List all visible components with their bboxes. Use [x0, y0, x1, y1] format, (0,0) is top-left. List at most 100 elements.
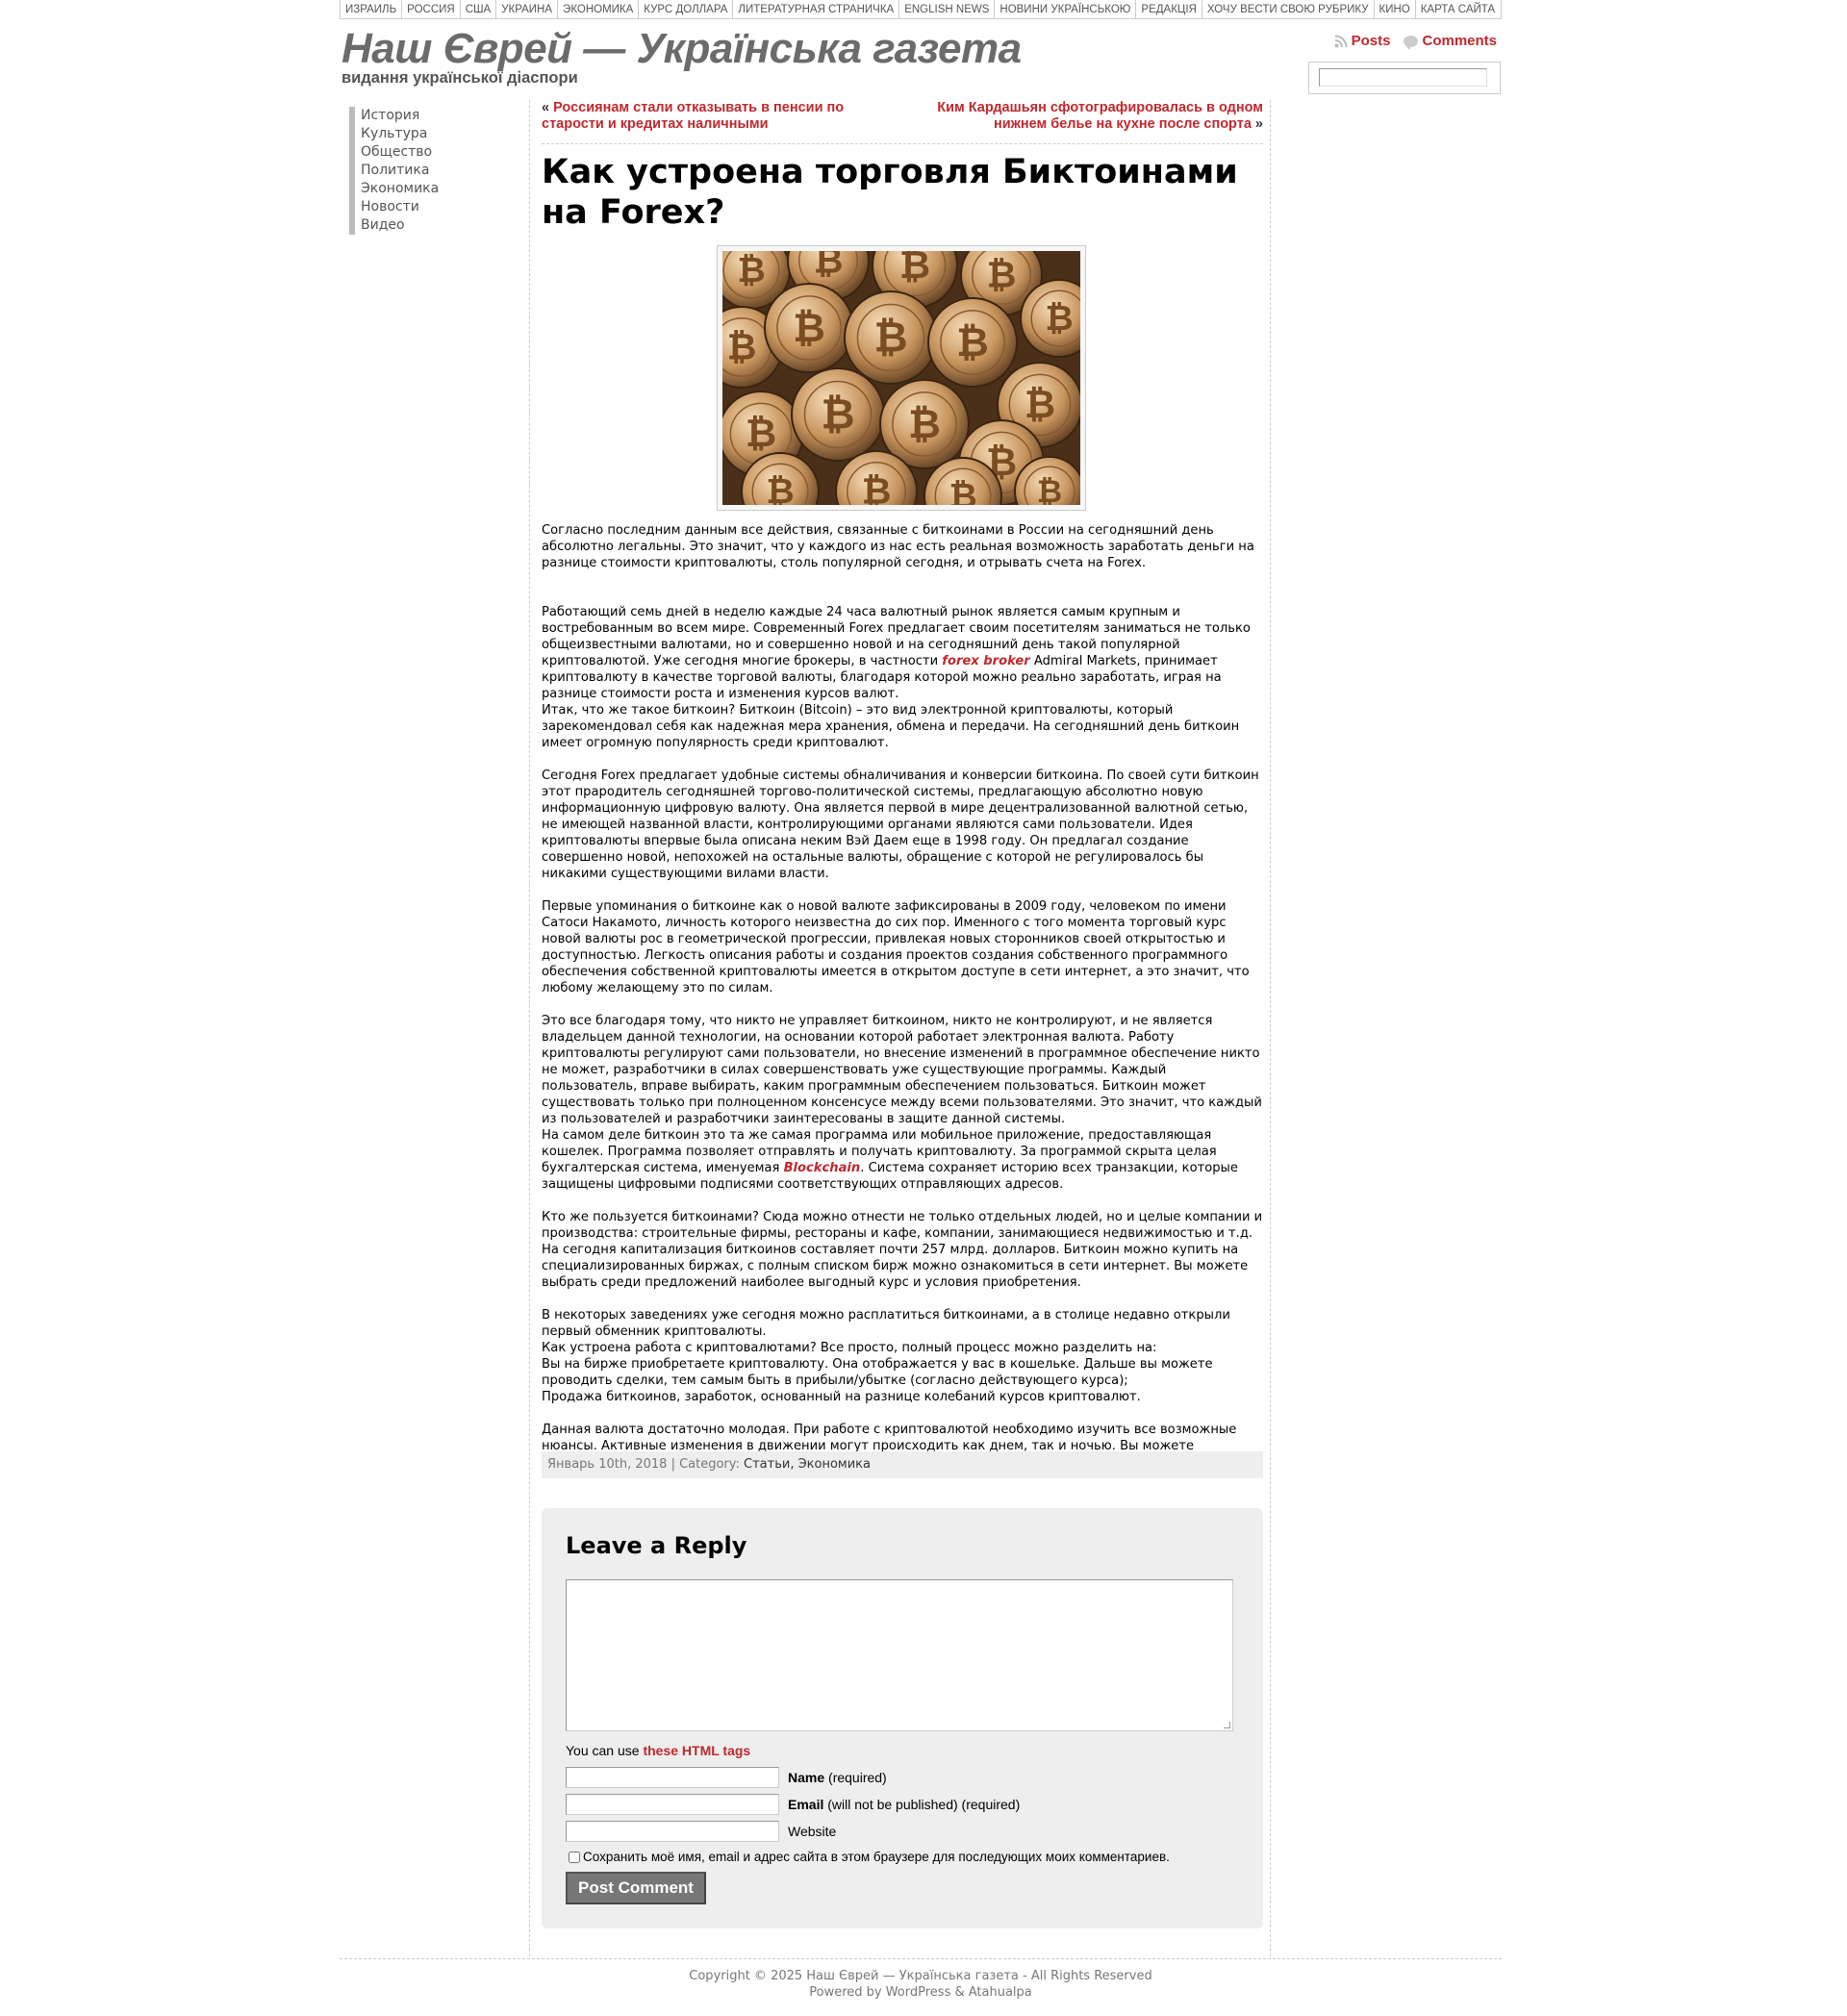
paragraph: Первые упоминания о биткоине как о новой…	[542, 899, 1250, 995]
post-meta: Январь 10th, 2018 | Category: Статьи, Эк…	[542, 1451, 1263, 1478]
svg-text:₿: ₿	[1037, 473, 1062, 505]
html-tags-note: You can use these HTML tags	[566, 1743, 750, 1758]
posts-feed-label: Posts	[1351, 33, 1391, 49]
category-video[interactable]: Видео	[349, 216, 439, 235]
svg-text:₿: ₿	[746, 412, 776, 456]
svg-text:₿: ₿	[908, 401, 941, 447]
email-label: Email (will not be published) (required)	[788, 1797, 1020, 1812]
name-field[interactable]	[566, 1767, 779, 1788]
email-note: (will not be published) (required)	[823, 1797, 1021, 1812]
name-label: Name (required)	[788, 1770, 887, 1785]
comment-textarea[interactable]	[566, 1579, 1233, 1731]
nav-russia[interactable]: РОССИЯ	[402, 0, 461, 18]
email-label-text: Email	[788, 1797, 824, 1812]
nav-english-news[interactable]: ENGLISH NEWS	[899, 0, 996, 18]
svg-text:₿: ₿	[956, 319, 989, 365]
text: Вы на бирже приобретаете криптовалюту. О…	[542, 1357, 1213, 1388]
svg-text:₿: ₿	[873, 314, 907, 362]
svg-text:₿: ₿	[793, 305, 825, 351]
post-comment-button[interactable]: Post Comment	[566, 1872, 706, 1904]
site-description: видання української діаспори	[342, 69, 578, 87]
nav-israel[interactable]: ИЗРАИЛЬ	[341, 0, 403, 18]
powered-by-text: Powered by WordPress & Atahualpa	[809, 1985, 1032, 2000]
feed-links: Posts Comments	[1334, 33, 1497, 50]
website-row: Website	[566, 1821, 836, 1842]
svg-text:₿: ₿	[766, 472, 794, 505]
nav-usa[interactable]: США	[461, 0, 497, 18]
next-post: Ким Кардашьян сфотографировалась в одном…	[898, 100, 1263, 133]
category-politics[interactable]: Политика	[349, 162, 439, 180]
next-post-link[interactable]: Ким Кардашьян сфотографировалась в одном…	[937, 100, 1263, 132]
post-image: ₿ ₿ ₿ ₿ ₿ ₿ ₿ ₿ ₿ ₿ ₿ ₿ ₿ ₿ ₿ ₿ ₿ ₿	[717, 245, 1086, 511]
footer: Copyright © 2025 Наш Єврей — Українська …	[340, 1968, 1502, 2001]
cookie-consent-row: Сохранить моё имя, email и адрес сайта в…	[569, 1850, 1170, 1864]
search-input[interactable]	[1319, 68, 1487, 87]
svg-text:₿: ₿	[987, 254, 1017, 296]
svg-text:₿: ₿	[1025, 383, 1055, 427]
nav-literary-page[interactable]: ЛИТЕРАТУРНАЯ СТРАНИЧКА	[733, 0, 900, 18]
html-tags-link[interactable]: these HTML tags	[643, 1743, 750, 1758]
text: Продажа биткоинов, заработок, основанный…	[542, 1390, 1141, 1404]
post-title: Как устроена торговля Биктоинами на Fore…	[542, 153, 1238, 232]
svg-text:₿: ₿	[727, 326, 757, 368]
category-economy[interactable]: Экономика	[349, 180, 439, 198]
nav-dollar-rate[interactable]: КУРС ДОЛЛАРА	[639, 0, 734, 18]
site-title[interactable]: Наш Єврей — Українська газета	[342, 25, 1022, 73]
nav-own-column[interactable]: ХОЧУ ВЕСТИ СВОЮ РУБРИКУ	[1202, 0, 1375, 18]
name-label-text: Name	[788, 1770, 825, 1785]
name-row: Name (required)	[566, 1767, 887, 1788]
website-label: Website	[788, 1824, 837, 1839]
text: Это все благодаря тому, что никто не упр…	[542, 1014, 1262, 1126]
posts-feed-link[interactable]: Posts	[1334, 33, 1391, 49]
blockchain-link[interactable]: Blockchain	[784, 1161, 861, 1175]
email-row: Email (will not be published) (required)	[566, 1794, 1020, 1815]
nav-economy[interactable]: ЭКОНОМИКА	[558, 0, 640, 18]
email-field[interactable]	[566, 1794, 779, 1815]
nav-editorial[interactable]: РЕДАКЦІЯ	[1136, 0, 1202, 18]
prev-arrow: «	[542, 100, 550, 115]
search-widget	[1308, 62, 1501, 94]
name-note: (required)	[824, 1770, 887, 1785]
svg-text:₿: ₿	[1045, 299, 1073, 339]
comments-feed-label: Comments	[1422, 33, 1497, 49]
paragraph: Согласно последним данным все действия, …	[542, 523, 1254, 570]
previous-post: « Россиянам стали отказывать в пенсии по…	[542, 100, 849, 133]
category-history[interactable]: История	[349, 107, 439, 125]
comment-form: Leave a Reply You can use these HTML tag…	[542, 1508, 1263, 1928]
comment-bubble-icon	[1404, 35, 1419, 50]
post-content: Согласно последним данным все действия, …	[542, 522, 1265, 1487]
category-society[interactable]: Общество	[349, 143, 439, 162]
paragraph: Это все благодаря тому, что никто не упр…	[542, 1013, 1265, 1193]
text: Итак, что же такое биткоин? Биткоин (Bit…	[542, 703, 1240, 750]
category-news[interactable]: Новости	[349, 198, 439, 216]
paragraph: В некоторых заведениях уже сегодня можно…	[542, 1307, 1265, 1405]
forex-broker-link[interactable]: forex broker	[942, 654, 1029, 668]
bitcoin-coins-image: ₿ ₿ ₿ ₿₿₿ ₿ ₿ ₿₿₿ ₿ ₿₿₿ ₿ ₿ ₿	[722, 251, 1080, 505]
comments-feed-link[interactable]: Comments	[1404, 33, 1497, 50]
text: В некоторых заведениях уже сегодня можно…	[542, 1308, 1230, 1339]
svg-text:₿: ₿	[814, 251, 844, 282]
category-culture[interactable]: Культура	[349, 125, 439, 143]
reply-title: Leave a Reply	[566, 1532, 747, 1559]
next-arrow: »	[1254, 116, 1263, 132]
nav-ukrainian-news[interactable]: НОВИНИ УКРАЇНСЬКОЮ	[995, 0, 1137, 18]
previous-post-link[interactable]: Россиянам стали отказывать в пенсии по с…	[542, 100, 844, 132]
nav-sitemap[interactable]: КАРТА САЙТА	[1416, 0, 1500, 18]
svg-text:₿: ₿	[862, 470, 892, 505]
website-field[interactable]	[566, 1821, 779, 1842]
cookie-consent-checkbox[interactable]	[569, 1851, 580, 1863]
svg-text:₿: ₿	[949, 477, 976, 505]
paragraph: Сегодня Forex предлагает удобные системы…	[542, 769, 1259, 881]
footer-divider	[340, 1958, 1502, 1959]
rss-icon	[1334, 35, 1348, 48]
svg-text:₿: ₿	[737, 251, 765, 290]
paragraph: Работающий семь дней в неделю каждые 24 …	[542, 604, 1265, 751]
post-categories-link[interactable]: Статьи, Экономика	[744, 1457, 871, 1472]
top-navigation: ИЗРАИЛЬ РОССИЯ США УКРАИНА ЭКОНОМИКА КУР…	[340, 0, 1502, 19]
cookie-consent-label: Сохранить моё имя, email и адрес сайта в…	[583, 1850, 1170, 1864]
nav-ukraine[interactable]: УКРАИНА	[496, 0, 559, 18]
post-navigation: « Россиянам стали отказывать в пенсии по…	[542, 100, 1263, 144]
nav-cinema[interactable]: КИНО	[1375, 0, 1416, 18]
copyright-text: Copyright © 2025 Наш Єврей — Українська …	[689, 1969, 1152, 1983]
svg-text:₿: ₿	[821, 391, 854, 439]
